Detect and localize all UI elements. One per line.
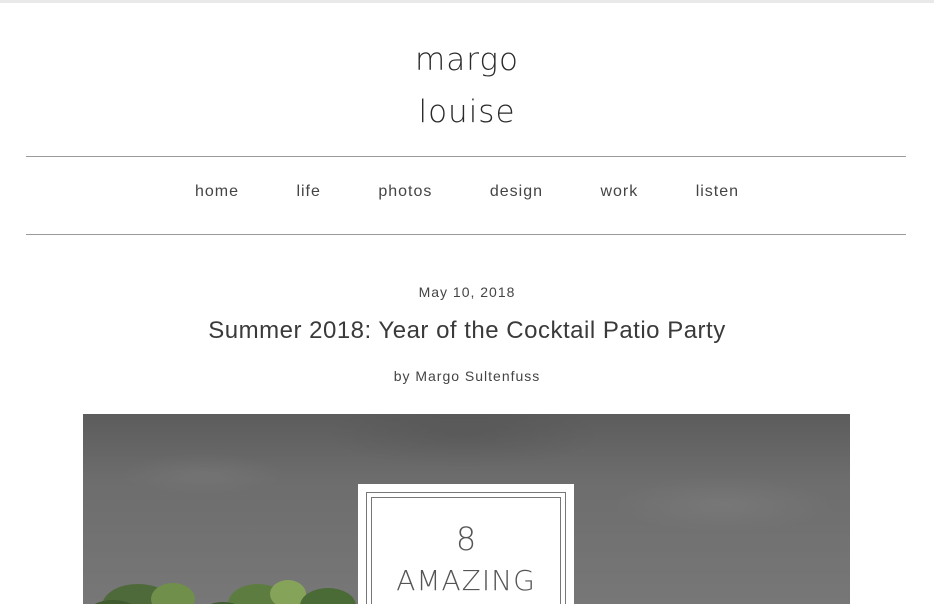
site-title-line1[interactable]: margo <box>0 34 934 86</box>
hero-card: 8 AMAZING <box>358 484 574 604</box>
site-title-line2[interactable]: louise <box>0 86 934 138</box>
post-date: May 10, 2018 <box>418 284 516 300</box>
plant-foliage <box>94 580 356 604</box>
page: margo louise home life photos design wor… <box>0 0 934 604</box>
nav-item-work[interactable]: work <box>600 183 638 201</box>
main-nav: home life photos design work listen <box>0 183 934 201</box>
nav-item-listen[interactable]: listen <box>696 183 739 201</box>
hero-card-number: 8 <box>455 520 477 558</box>
post-title[interactable]: Summer 2018: Year of the Cocktail Patio … <box>0 317 934 345</box>
nav-divider-top <box>26 156 906 157</box>
nav-item-photos[interactable]: photos <box>378 183 432 201</box>
hero-card-word: AMAZING <box>396 564 536 597</box>
nav-item-life[interactable]: life <box>296 183 320 201</box>
top-border <box>0 0 934 3</box>
nav-divider-bottom <box>26 234 906 235</box>
hero-image[interactable]: 8 AMAZING <box>83 414 850 604</box>
site-title[interactable]: margo louise <box>0 34 934 138</box>
nav-item-design[interactable]: design <box>490 183 543 201</box>
nav-item-home[interactable]: home <box>195 183 239 201</box>
post-author: by Margo Sultenfuss <box>393 368 541 384</box>
